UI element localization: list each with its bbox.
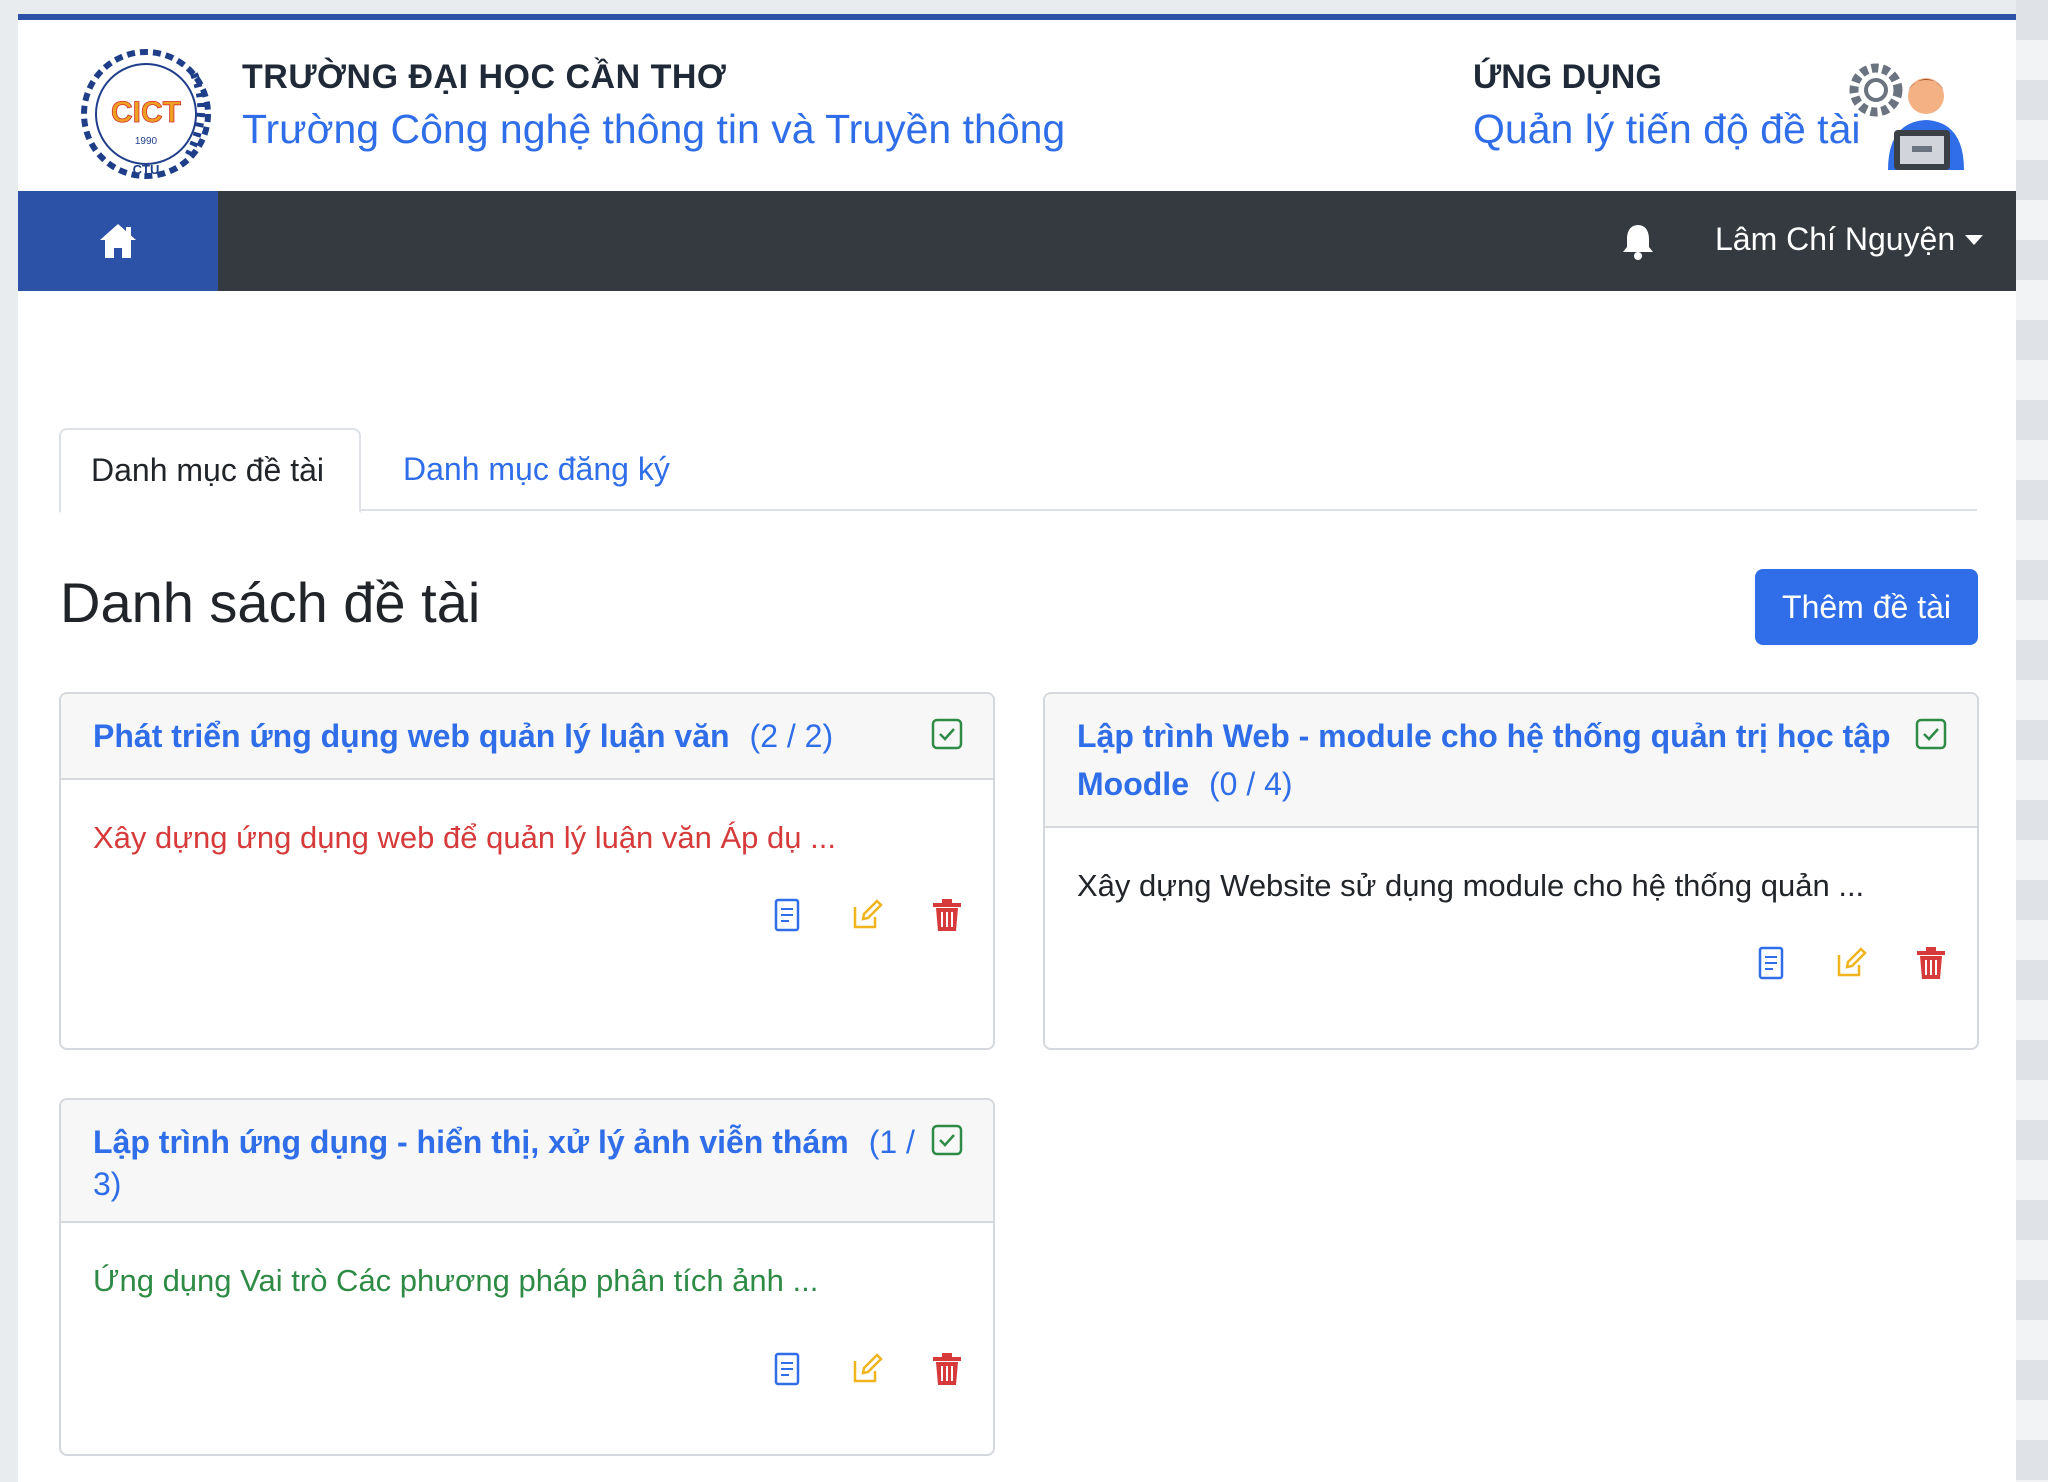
page: CICT 1990 CTU TRƯỜNG ĐẠI HỌC CẦN THƠ Trư… xyxy=(18,14,2016,1482)
card-title[interactable]: Phát triển ứng dụng web quản lý luận văn xyxy=(93,718,730,754)
check-square-icon[interactable] xyxy=(1915,718,1947,750)
document-icon[interactable] xyxy=(769,897,805,933)
logo-bottom: CTU xyxy=(133,162,160,177)
card-header: Lập trình ứng dụng - hiển thị, xử lý ảnh… xyxy=(61,1100,993,1223)
document-icon[interactable] xyxy=(769,1351,805,1387)
home-button[interactable] xyxy=(18,191,218,291)
background-decoration xyxy=(2016,0,2048,1482)
topic-card: Phát triển ứng dụng web quản lý luận văn… xyxy=(59,692,995,1050)
card-actions xyxy=(769,897,965,933)
trash-icon[interactable] xyxy=(1913,945,1949,981)
tab-bar: Danh mục đề tài Danh mục đăng ký xyxy=(59,428,1977,513)
brand-header: CICT 1990 CTU TRƯỜNG ĐẠI HỌC CẦN THƠ Trư… xyxy=(18,20,2016,190)
topic-card: Lập trình ứng dụng - hiển thị, xử lý ảnh… xyxy=(59,1098,995,1456)
card-title[interactable]: Lập trình ứng dụng - hiển thị, xử lý ảnh… xyxy=(93,1124,849,1160)
edit-icon[interactable] xyxy=(849,897,885,933)
add-topic-button[interactable]: Thêm đề tài xyxy=(1755,569,1978,645)
card-title[interactable]: Lập trình Web - module cho hệ thống quản… xyxy=(1077,718,1891,802)
user-name: Lâm Chí Nguyện xyxy=(1715,221,1956,257)
card-header: Lập trình Web - module cho hệ thống quản… xyxy=(1045,694,1977,828)
check-square-icon[interactable] xyxy=(931,1124,963,1156)
card-description: Xây dựng ứng dụng web để quản lý luận vă… xyxy=(93,820,836,855)
card-header: Phát triển ứng dụng web quản lý luận văn… xyxy=(61,694,993,780)
app-title: ỨNG DỤNG xyxy=(1473,58,1662,96)
card-description: Xây dựng Website sử dụng module cho hệ t… xyxy=(1077,868,1865,903)
card-actions xyxy=(769,1351,965,1387)
card-count: (0 / 4) xyxy=(1208,766,1293,802)
caret-down-icon xyxy=(1965,234,1984,245)
page-title: Danh sách đề tài xyxy=(60,571,481,634)
logo-year: 1990 xyxy=(135,136,158,147)
tab-topic-list[interactable]: Danh mục đề tài xyxy=(59,428,361,513)
document-icon[interactable] xyxy=(1753,945,1789,981)
trash-icon[interactable] xyxy=(929,1351,965,1387)
home-icon xyxy=(100,224,136,258)
navbar: Lâm Chí Nguyện xyxy=(18,191,2016,291)
edit-icon[interactable] xyxy=(1833,945,1869,981)
card-description: Ứng dụng Vai trò Các phương pháp phân tí… xyxy=(93,1263,819,1298)
cict-logo: CICT 1990 CTU xyxy=(81,49,211,179)
app-subtitle: Quản lý tiến độ đề tài xyxy=(1473,106,1861,152)
app-illustration-icon xyxy=(1849,63,1964,170)
check-square-icon[interactable] xyxy=(931,718,963,750)
user-menu[interactable]: Lâm Chí Nguyện xyxy=(1715,221,1984,258)
topic-card: Lập trình Web - module cho hệ thống quản… xyxy=(1043,692,1979,1050)
card-actions xyxy=(1753,945,1949,981)
logo-text: CICT xyxy=(111,96,181,129)
edit-icon[interactable] xyxy=(849,1351,885,1387)
bell-icon[interactable] xyxy=(1618,221,1658,261)
card-count: (2 / 2) xyxy=(749,718,834,754)
tab-registration-list[interactable]: Danh mục đăng ký xyxy=(373,428,700,511)
school-title: TRƯỜNG ĐẠI HỌC CẦN THƠ xyxy=(242,58,727,96)
school-subtitle: Trường Công nghệ thông tin và Truyền thô… xyxy=(242,106,1066,152)
trash-icon[interactable] xyxy=(929,897,965,933)
